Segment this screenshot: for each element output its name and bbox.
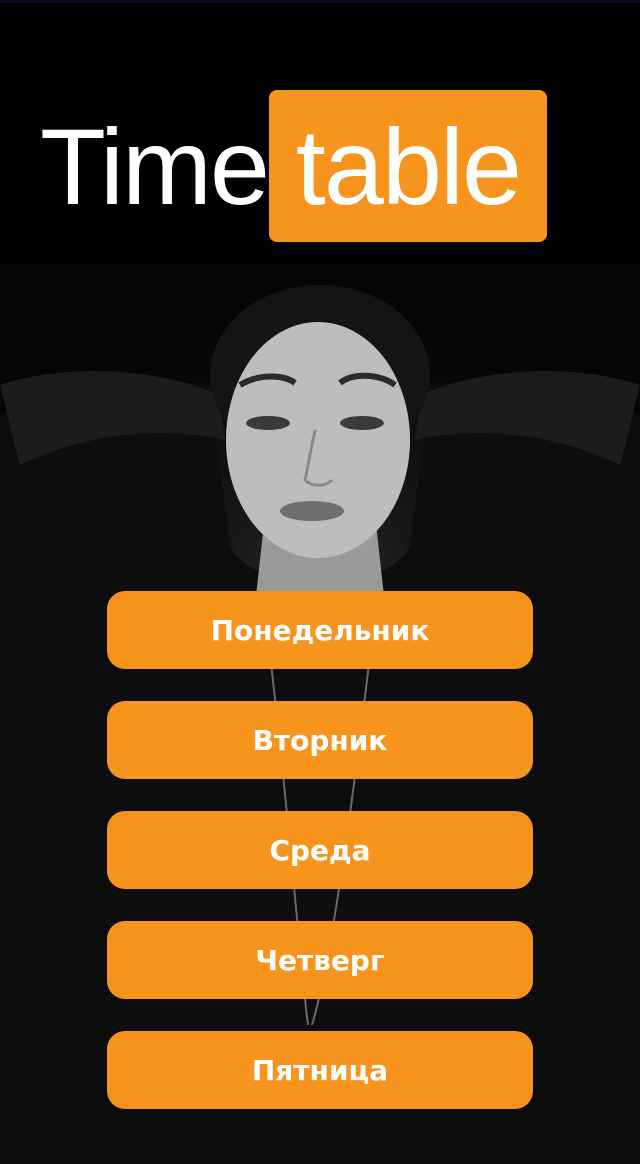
status-strip [0, 0, 640, 3]
logo-text-time: Time [40, 106, 270, 227]
day-button-tuesday[interactable]: Вторник [107, 701, 533, 779]
logo-highlight-box: table [269, 90, 547, 242]
logo-text-table: table [295, 106, 522, 227]
day-button-friday[interactable]: Пятница [107, 1031, 533, 1109]
day-button-monday[interactable]: Понедельник [107, 591, 533, 669]
app-logo: Time table [40, 90, 547, 242]
app-screen: Time table Понедельник Вторник Среда Чет… [0, 0, 640, 1164]
day-button-thursday[interactable]: Четверг [107, 921, 533, 999]
day-button-wednesday[interactable]: Среда [107, 811, 533, 889]
weekday-list: Понедельник Вторник Среда Четверг Пятниц… [107, 591, 533, 1141]
